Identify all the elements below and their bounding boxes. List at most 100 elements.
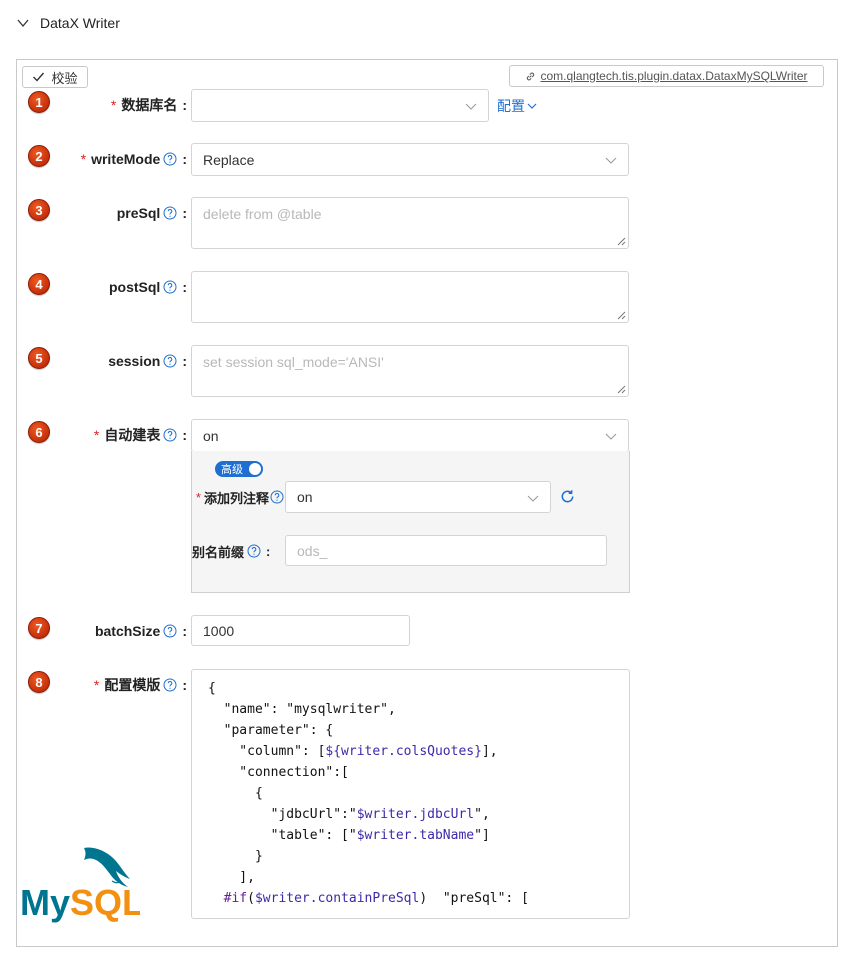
config-link[interactable]: 配置	[497, 96, 537, 116]
code-line: {	[208, 681, 216, 696]
chevron-down-icon	[527, 103, 537, 109]
code-line: "name": "mysqlwriter",	[208, 702, 396, 717]
autocreate-value: on	[203, 427, 219, 444]
step-badge-4: 4	[28, 273, 50, 295]
label-text: 数据库名	[121, 97, 178, 113]
session-placeholder: set session sql_mode='ANSI'	[203, 354, 384, 370]
label-colon: :	[182, 97, 187, 113]
section-header[interactable]: DataX Writer	[16, 12, 120, 34]
code-line: "table": ["$writer.tabName"]	[208, 828, 490, 843]
presql-textarea[interactable]: delete from @table	[191, 197, 629, 249]
batchsize-value: 1000	[203, 622, 235, 639]
step-badge-1: 1	[28, 91, 50, 113]
label-text: preSql	[116, 205, 161, 221]
plugin-class-text: com.qlangtech.tis.plugin.datax.DataxMySQ…	[540, 69, 808, 83]
alias-prefix-placeholder: ods_	[297, 542, 328, 559]
label-colon: :	[182, 353, 187, 369]
advanced-toggle[interactable]: 高级	[215, 461, 263, 477]
label-colon: :	[182, 623, 187, 639]
field-label-column-comment: * 添加列注释	[192, 487, 284, 507]
link-icon	[527, 72, 535, 80]
writemode-value: Replace	[203, 151, 255, 168]
required-mark: *	[93, 427, 100, 443]
field-label-template: * 配置模版 :	[60, 675, 187, 695]
advanced-toggle-label: 高级	[221, 464, 243, 476]
help-icon[interactable]	[163, 624, 177, 638]
verify-label: 校验	[51, 70, 78, 86]
logo-text: SQL	[70, 882, 140, 923]
label-text: session	[108, 353, 161, 369]
resize-handle-icon[interactable]	[617, 385, 626, 394]
help-icon[interactable]	[163, 152, 177, 166]
field-label-batchsize: batchSize :	[60, 621, 187, 641]
dbname-select[interactable]	[191, 89, 489, 122]
template-code-editor[interactable]: { "name": "mysqlwriter", "parameter": { …	[191, 669, 630, 919]
field-label-autocreate: * 自动建表 :	[60, 425, 187, 445]
column-comment-value: on	[297, 489, 313, 505]
presql-placeholder: delete from @table	[203, 206, 322, 222]
step-badge-5: 5	[28, 347, 50, 369]
label-colon: :	[182, 279, 187, 295]
step-badge-3: 3	[28, 199, 50, 221]
plugin-class-link[interactable]: com.qlangtech.tis.plugin.datax.DataxMySQ…	[509, 65, 824, 87]
field-label-dbname: * 数据库名 :	[60, 95, 187, 115]
field-label-postsql: postSql :	[60, 277, 187, 297]
column-comment-select[interactable]: on	[285, 481, 551, 513]
code-line: ],	[208, 870, 255, 885]
mysql-logo: My SQL	[20, 847, 140, 923]
code-line: "column": [${writer.colsQuotes}],	[208, 744, 498, 759]
code-line: "parameter": {	[208, 723, 334, 738]
help-icon[interactable]	[247, 544, 261, 558]
resize-handle-icon[interactable]	[617, 237, 626, 246]
alias-prefix-input[interactable]: ods_	[285, 535, 607, 566]
label-colon: :	[266, 543, 271, 559]
session-textarea[interactable]: set session sql_mode='ANSI'	[191, 345, 629, 397]
help-icon[interactable]	[163, 280, 177, 294]
step-badge-7: 7	[28, 617, 50, 639]
help-icon[interactable]	[163, 354, 177, 368]
resize-handle-icon[interactable]	[617, 311, 626, 320]
chevron-down-icon[interactable]	[16, 16, 30, 30]
label-text: batchSize	[94, 623, 161, 639]
config-link-text: 配置	[497, 98, 525, 114]
section-title: DataX Writer	[40, 15, 120, 31]
refresh-icon[interactable]	[559, 488, 576, 505]
help-icon[interactable]	[270, 490, 284, 504]
writemode-select[interactable]: Replace	[191, 143, 629, 176]
label-text: 配置模版	[104, 677, 161, 693]
check-icon	[33, 72, 45, 82]
help-icon[interactable]	[163, 678, 177, 692]
chevron-down-icon	[605, 433, 617, 440]
help-icon[interactable]	[163, 428, 177, 442]
label-text: 别名前缀	[192, 544, 245, 560]
code-line: {	[208, 786, 263, 801]
step-badge-2: 2	[28, 145, 50, 167]
code-line: }	[208, 849, 263, 864]
field-label-session: session :	[60, 351, 187, 371]
required-mark: *	[195, 489, 201, 505]
toggle-knob	[249, 463, 261, 475]
help-icon[interactable]	[163, 206, 177, 220]
code-line: "connection":[	[208, 765, 349, 780]
required-mark: *	[80, 151, 87, 167]
chevron-down-icon	[465, 103, 477, 110]
required-mark: *	[110, 97, 117, 113]
verify-button[interactable]: 校验	[22, 66, 88, 88]
step-badge-6: 6	[28, 421, 50, 443]
autocreate-select[interactable]: on	[191, 419, 629, 452]
chevron-down-icon	[527, 495, 539, 502]
batchsize-input[interactable]: 1000	[191, 615, 410, 646]
code-line: #if($writer.containPreSql) "preSql": [	[223, 891, 529, 906]
required-mark: *	[93, 677, 100, 693]
label-colon: :	[182, 151, 187, 167]
label-text: postSql	[108, 279, 161, 295]
field-label-presql: preSql :	[60, 203, 187, 223]
step-badge-8: 8	[28, 671, 50, 693]
code-line: "jdbcUrl":"$writer.jdbcUrl",	[208, 807, 490, 822]
label-colon: :	[182, 677, 187, 693]
svg-text:My: My	[20, 882, 70, 923]
field-label-writemode: * writeMode :	[60, 149, 187, 169]
postsql-textarea[interactable]	[191, 271, 629, 323]
label-text: writeMode	[91, 151, 161, 167]
field-label-alias-prefix: 别名前缀 :	[192, 541, 282, 561]
